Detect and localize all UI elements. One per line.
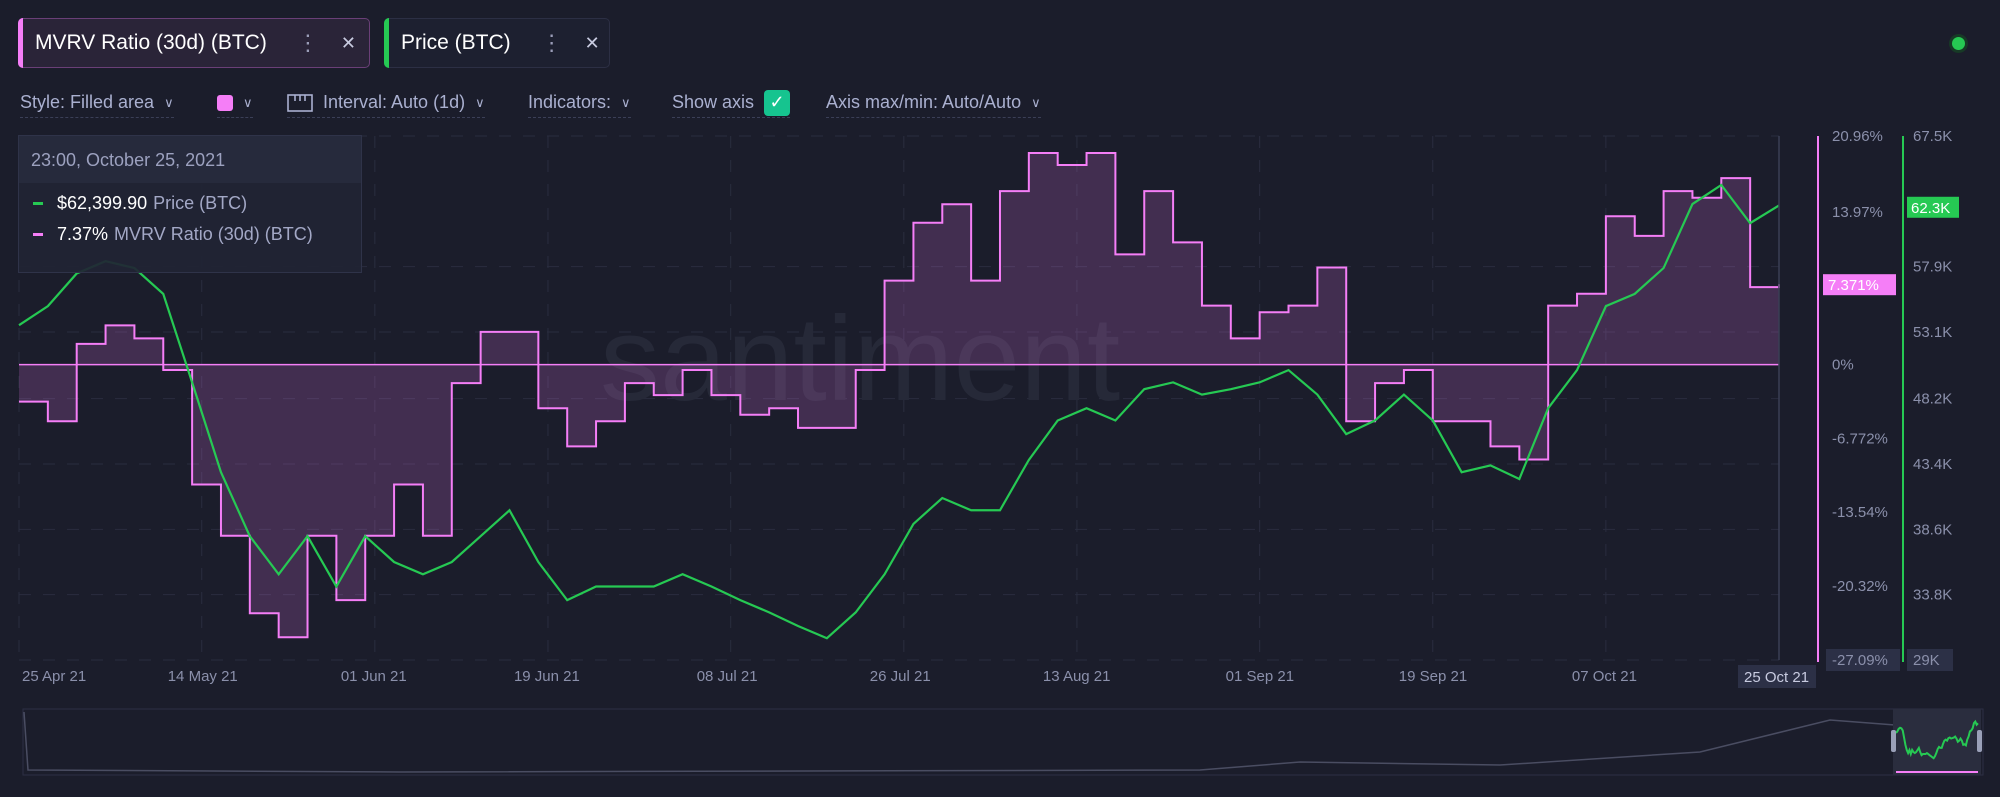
tooltip: 23:00, October 25, 2021 $62,399.90 Price …	[18, 135, 362, 273]
tooltip-row-mvrv: 7.37% MVRV Ratio (30d) (BTC)	[19, 224, 361, 245]
mvrv-axis-tick: -6.772%	[1832, 430, 1888, 447]
mvrv-axis-tick: -27.09%	[1832, 652, 1888, 669]
x-axis-tick: 25 Apr 21	[22, 668, 86, 685]
price-axis-tick: 53.1K	[1913, 324, 1952, 341]
tooltip-value: 7.37%	[57, 224, 109, 244]
navigator-right-handle	[1977, 730, 1982, 752]
mvrv-axis-tick: 0%	[1832, 357, 1854, 374]
x-axis-tick: 13 Aug 21	[1043, 668, 1111, 685]
x-axis-tick: 07 Oct 21	[1572, 668, 1637, 685]
mvrv-axis-tick: 20.96%	[1832, 128, 1883, 145]
tooltip-series-name: MVRV Ratio (30d) (BTC)	[114, 224, 313, 244]
mvrv-axis-tick: -20.32%	[1832, 578, 1888, 595]
x-axis-tick: 19 Sep 21	[1399, 668, 1467, 685]
tooltip-series-name: Price (BTC)	[153, 193, 248, 213]
x-axis-tick: 08 Jul 21	[697, 668, 758, 685]
x-axis-tick: 01 Sep 21	[1226, 668, 1294, 685]
mvrv-axis-tick: -13.54%	[1832, 504, 1888, 521]
price-axis-tick: 57.9K	[1913, 259, 1952, 276]
navigator[interactable]	[22, 708, 1984, 776]
tooltip-date: 23:00, October 25, 2021	[19, 136, 361, 183]
tooltip-row-price: $62,399.90 Price (BTC)	[19, 193, 361, 214]
x-axis-tick: 14 May 21	[168, 668, 238, 685]
navigator-left-handle	[1891, 730, 1896, 752]
x-axis-tick: 19 Jun 21	[514, 668, 580, 685]
price-axis-tick: 43.4K	[1913, 456, 1952, 473]
price-current-value: 62.3K	[1911, 200, 1950, 217]
tooltip-value: $62,399.90	[57, 193, 148, 213]
chart[interactable]: santiment 20.96%13.97%0%-6.772%-13.54%-2…	[0, 0, 2000, 797]
mvrv-current-value: 7.371%	[1828, 277, 1879, 294]
legend-dash	[33, 202, 43, 205]
price-axis-tick: 38.6K	[1913, 521, 1952, 538]
price-axis-tick: 29K	[1913, 652, 1940, 669]
mvrv-axis-tick: 13.97%	[1832, 204, 1883, 221]
navigator-frame	[22, 708, 1984, 776]
legend-dash	[33, 233, 43, 236]
x-axis-tick: 26 Jul 21	[870, 668, 931, 685]
x-cursor-label: 25 Oct 21	[1744, 669, 1809, 686]
navigator-selection	[1893, 709, 1981, 775]
x-axis-tick: 01 Jun 21	[341, 668, 407, 685]
price-axis-tick: 67.5K	[1913, 128, 1952, 145]
price-axis-tick: 33.8K	[1913, 587, 1952, 604]
price-axis-tick: 48.2K	[1913, 391, 1952, 408]
